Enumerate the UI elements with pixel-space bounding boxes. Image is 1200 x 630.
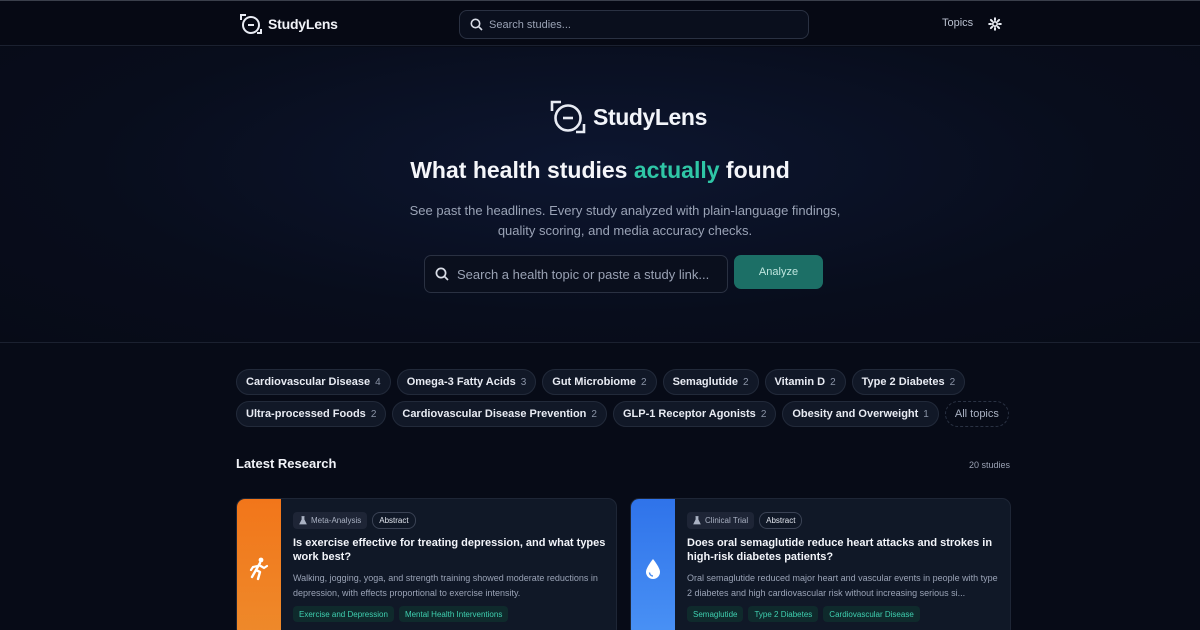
topic-chip-count: 2 [760, 408, 767, 420]
topic-chips: Cardiovascular Disease 4 Omega-3 Fatty Ac… [236, 369, 1016, 427]
hero-brand-name: StudyLens [593, 103, 707, 130]
study-card[interactable]: Clinical Trial Abstract Does oral semagl… [630, 498, 1011, 630]
gear-icon [988, 17, 1002, 31]
topic-chip-label: Omega-3 Fatty Acids [406, 376, 516, 388]
hero-logo: StudyLens [548, 98, 707, 136]
hero-headline: What health studies actually found [0, 157, 1200, 184]
search-icon [435, 267, 449, 281]
hero-subtitle: See past the headlines. Every study anal… [409, 203, 841, 238]
study-topic-tags: Semaglutide Type 2 Diabetes Cardiovascul… [687, 606, 1003, 622]
topic-chip-label: Gut Microbiome [552, 376, 637, 388]
nav-logo[interactable]: StudyLens [238, 12, 338, 36]
topic-chip[interactable]: Obesity and Overweight 1 [782, 401, 939, 427]
study-topic-tag[interactable]: Exercise and Depression [293, 606, 394, 622]
topic-chip-label: GLP-1 Receptor Agonists [622, 408, 756, 420]
nav-topics-link[interactable]: Topics [942, 17, 973, 29]
top-navbar: StudyLens Topics [0, 0, 1200, 46]
drop-icon [646, 559, 660, 579]
study-topic-tags: Exercise and Depression Mental Health In… [293, 606, 609, 622]
flask-icon [299, 516, 307, 525]
topic-chip-count: 1 [923, 408, 929, 420]
hero-search-box[interactable] [424, 255, 728, 293]
topic-chip-count: 2 [949, 376, 956, 388]
topic-chip-count: 2 [830, 376, 836, 388]
topic-chip-label: Ultra-processed Foods [246, 408, 366, 420]
topic-chip[interactable]: Cardiovascular Disease 4 [236, 369, 391, 395]
topic-chip-label: Cardiovascular Disease Prevention [402, 408, 587, 420]
card-stripe [631, 499, 675, 630]
topic-chip-count: 2 [641, 376, 647, 388]
topic-chip[interactable]: GLP-1 Receptor Agonists 2 [612, 401, 777, 427]
headline-text-end: found [725, 157, 790, 183]
topic-chip[interactable]: Cardiovascular Disease Prevention 2 [392, 401, 607, 427]
topic-chip[interactable]: Semaglutide 2 [662, 369, 759, 395]
topic-chip[interactable]: Type 2 Diabetes 2 [851, 369, 966, 395]
topic-chip-count: 2 [591, 408, 597, 420]
running-person-icon [249, 557, 269, 581]
abstract-badge: Abstract [372, 512, 416, 529]
study-type-tag: Clinical Trial [687, 512, 755, 529]
study-type-label: Clinical Trial [705, 516, 749, 525]
study-summary: Oral semaglutide reduced major heart and… [687, 573, 998, 598]
card-tags: Clinical Trial Abstract [687, 512, 1003, 529]
topic-chip-label: Type 2 Diabetes [861, 376, 945, 388]
topic-chip-count: 4 [375, 376, 381, 388]
card-body: Clinical Trial Abstract Does oral semagl… [687, 512, 1003, 622]
search-icon [470, 18, 483, 31]
lens-logo-icon [550, 100, 586, 134]
study-summary: Walking, jogging, yoga, and strength tra… [293, 573, 598, 598]
study-topic-tag[interactable]: Cardiovascular Disease [823, 606, 920, 622]
topic-chip-label: Vitamin D [774, 376, 826, 388]
hero-section: StudyLens What health studies actually f… [0, 47, 1200, 343]
topic-chip[interactable]: Vitamin D 2 [764, 369, 846, 395]
topic-chip[interactable]: Gut Microbiome 2 [542, 369, 657, 395]
abstract-badge: Abstract [759, 512, 803, 529]
topic-chip-count: 2 [742, 376, 749, 388]
hero-search-input[interactable] [457, 266, 717, 282]
study-card[interactable]: Meta-Analysis Abstract Is exercise effec… [236, 498, 617, 630]
card-stripe [237, 499, 281, 630]
nav-search-box[interactable] [459, 10, 809, 39]
topic-chip-label: Semaglutide [672, 376, 738, 388]
headline-accent: actually [633, 157, 720, 183]
study-topic-tag[interactable]: Semaglutide [687, 606, 744, 622]
headline-text-start: What health studies [410, 157, 628, 183]
card-tags: Meta-Analysis Abstract [293, 512, 609, 529]
study-title[interactable]: Does oral semaglutide reduce heart attac… [687, 536, 1003, 564]
topic-chip-label: Obesity and Overweight [792, 408, 919, 420]
settings-button[interactable] [988, 17, 1002, 36]
study-type-label: Meta-Analysis [311, 516, 362, 525]
topic-chip-count: 3 [520, 376, 527, 388]
nav-brand-name: StudyLens [268, 16, 338, 32]
topic-chip-count: 2 [370, 408, 377, 420]
study-topic-tag[interactable]: Mental Health Interventions [398, 606, 509, 622]
topic-chip[interactable]: Ultra-processed Foods 2 [236, 401, 387, 427]
study-count: 20 studies [968, 460, 1010, 470]
nav-search-input[interactable] [489, 18, 789, 31]
analyze-button[interactable]: Analyze [734, 255, 823, 289]
topic-chip-label: Cardiovascular Disease [246, 376, 371, 388]
study-topic-tag[interactable]: Type 2 Diabetes [748, 606, 819, 622]
card-body: Meta-Analysis Abstract Is exercise effec… [293, 512, 609, 622]
topic-chip[interactable]: Omega-3 Fatty Acids 3 [396, 369, 537, 395]
latest-research-heading: Latest Research [236, 456, 337, 471]
study-title[interactable]: Is exercise effective for treating depre… [293, 536, 609, 564]
study-type-tag: Meta-Analysis [293, 512, 368, 529]
all-topics-button[interactable]: All topics [944, 401, 1009, 427]
lens-logo-icon [240, 14, 262, 34]
flask-icon [693, 516, 701, 525]
